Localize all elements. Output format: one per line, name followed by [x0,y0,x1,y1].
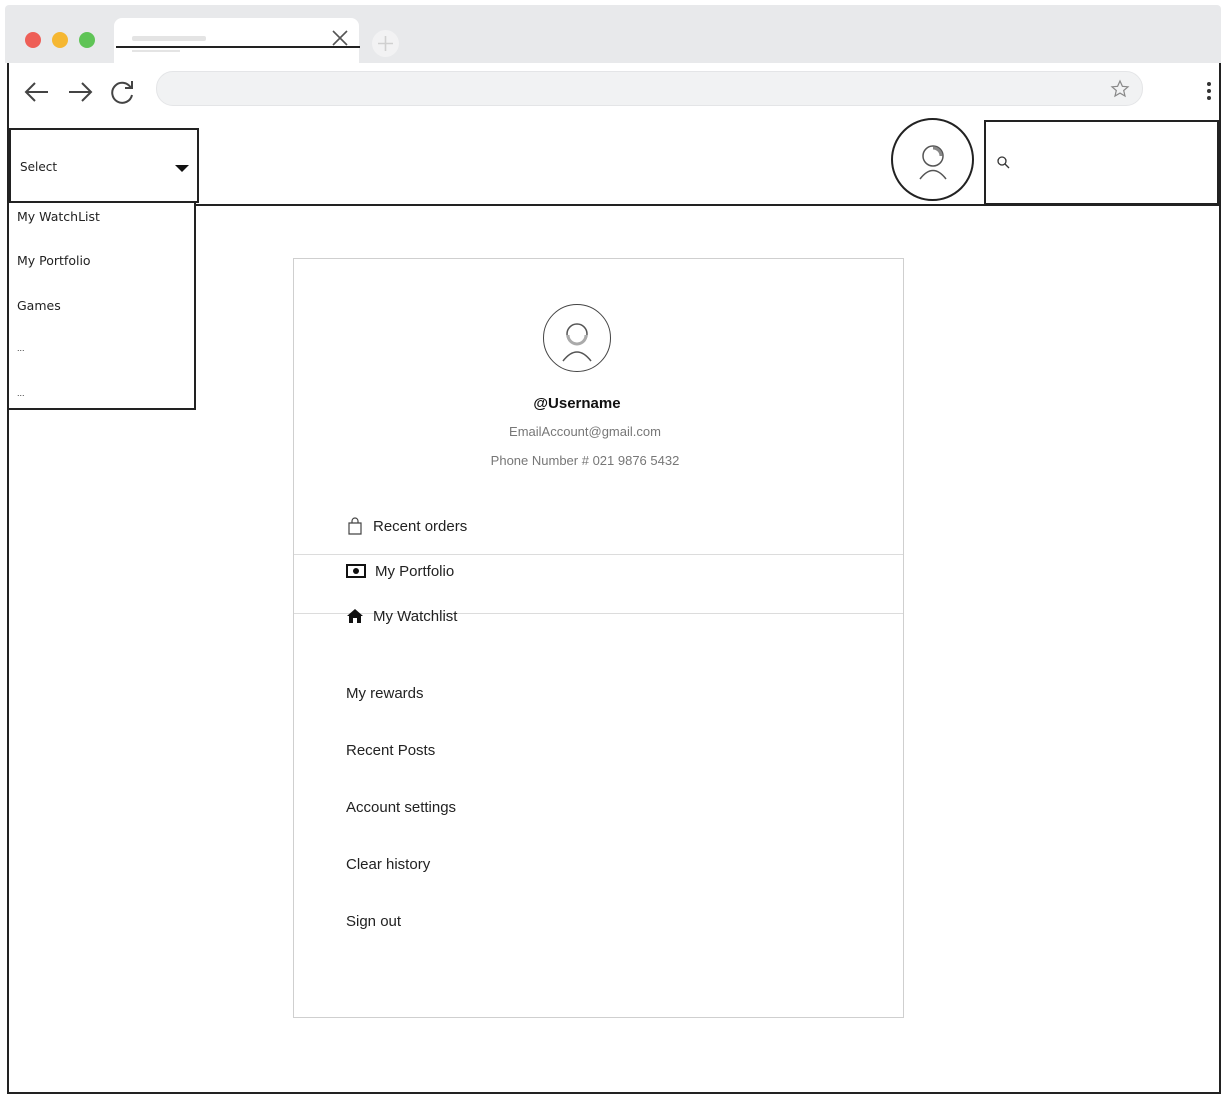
search-icon [997,156,1010,169]
more-menu-icon[interactable] [1204,80,1214,102]
dropdown-item-more[interactable]: ... [17,343,25,353]
menu-clear-history[interactable]: Clear history [346,856,430,873]
select-dropdown-menu: My WatchList My Portfolio Games ... ... [7,201,196,410]
tab-subtitle-placeholder [132,50,180,52]
tab-title-placeholder [132,36,206,41]
menu-recent-orders[interactable]: Recent orders [346,517,467,535]
close-icon[interactable] [330,28,350,48]
profile-avatar [543,304,611,372]
shopping-bag-icon [348,517,362,535]
user-icon [562,323,592,362]
window-minimize-dot[interactable] [52,32,68,48]
forward-arrow-icon[interactable] [65,77,95,107]
menu-label: My Portfolio [375,562,455,580]
browser-tab-bar [5,5,1221,68]
select-label: Select [20,160,58,174]
user-avatar-button[interactable] [891,118,974,201]
money-icon [346,564,366,578]
dropdown-item-more[interactable]: ... [17,388,25,398]
dropdown-item-games[interactable]: Games [17,298,61,313]
bookmark-star-icon[interactable] [1110,79,1130,99]
caret-down-icon [175,165,189,172]
tab-underline [116,46,360,48]
user-icon [919,145,947,180]
browser-tab[interactable] [114,18,360,68]
menu-label: Recent orders [373,517,468,535]
category-select[interactable]: Select [9,128,199,203]
new-tab-button[interactable] [372,30,399,57]
menu-account-settings[interactable]: Account settings [346,799,456,816]
menu-my-rewards[interactable]: My rewards [346,685,424,702]
window-maximize-dot[interactable] [79,32,95,48]
menu-sign-out[interactable]: Sign out [346,913,401,930]
reload-icon[interactable] [108,77,138,107]
plus-icon [378,36,393,51]
menu-my-portfolio[interactable]: My Portfolio [346,562,454,580]
dropdown-item-portfolio[interactable]: My Portfolio [17,253,91,268]
menu-my-watchlist[interactable]: My Watchlist [346,607,457,625]
search-input[interactable] [984,120,1219,205]
profile-card: @Username EmailAccount@gmail.com Phone N… [293,258,904,1018]
home-icon [347,609,363,623]
menu-recent-posts[interactable]: Recent Posts [346,742,435,759]
profile-phone: Phone Number # 021 9876 5432 [490,453,680,468]
profile-email: EmailAccount@gmail.com [509,424,661,439]
browser-toolbar [8,63,1220,120]
back-arrow-icon[interactable] [22,77,52,107]
window-close-dot[interactable] [25,32,41,48]
profile-username: @Username [533,395,621,412]
address-bar[interactable] [156,71,1143,106]
menu-divider [294,554,903,555]
dropdown-item-watchlist[interactable]: My WatchList [17,209,100,224]
menu-label: My Watchlist [373,607,458,625]
